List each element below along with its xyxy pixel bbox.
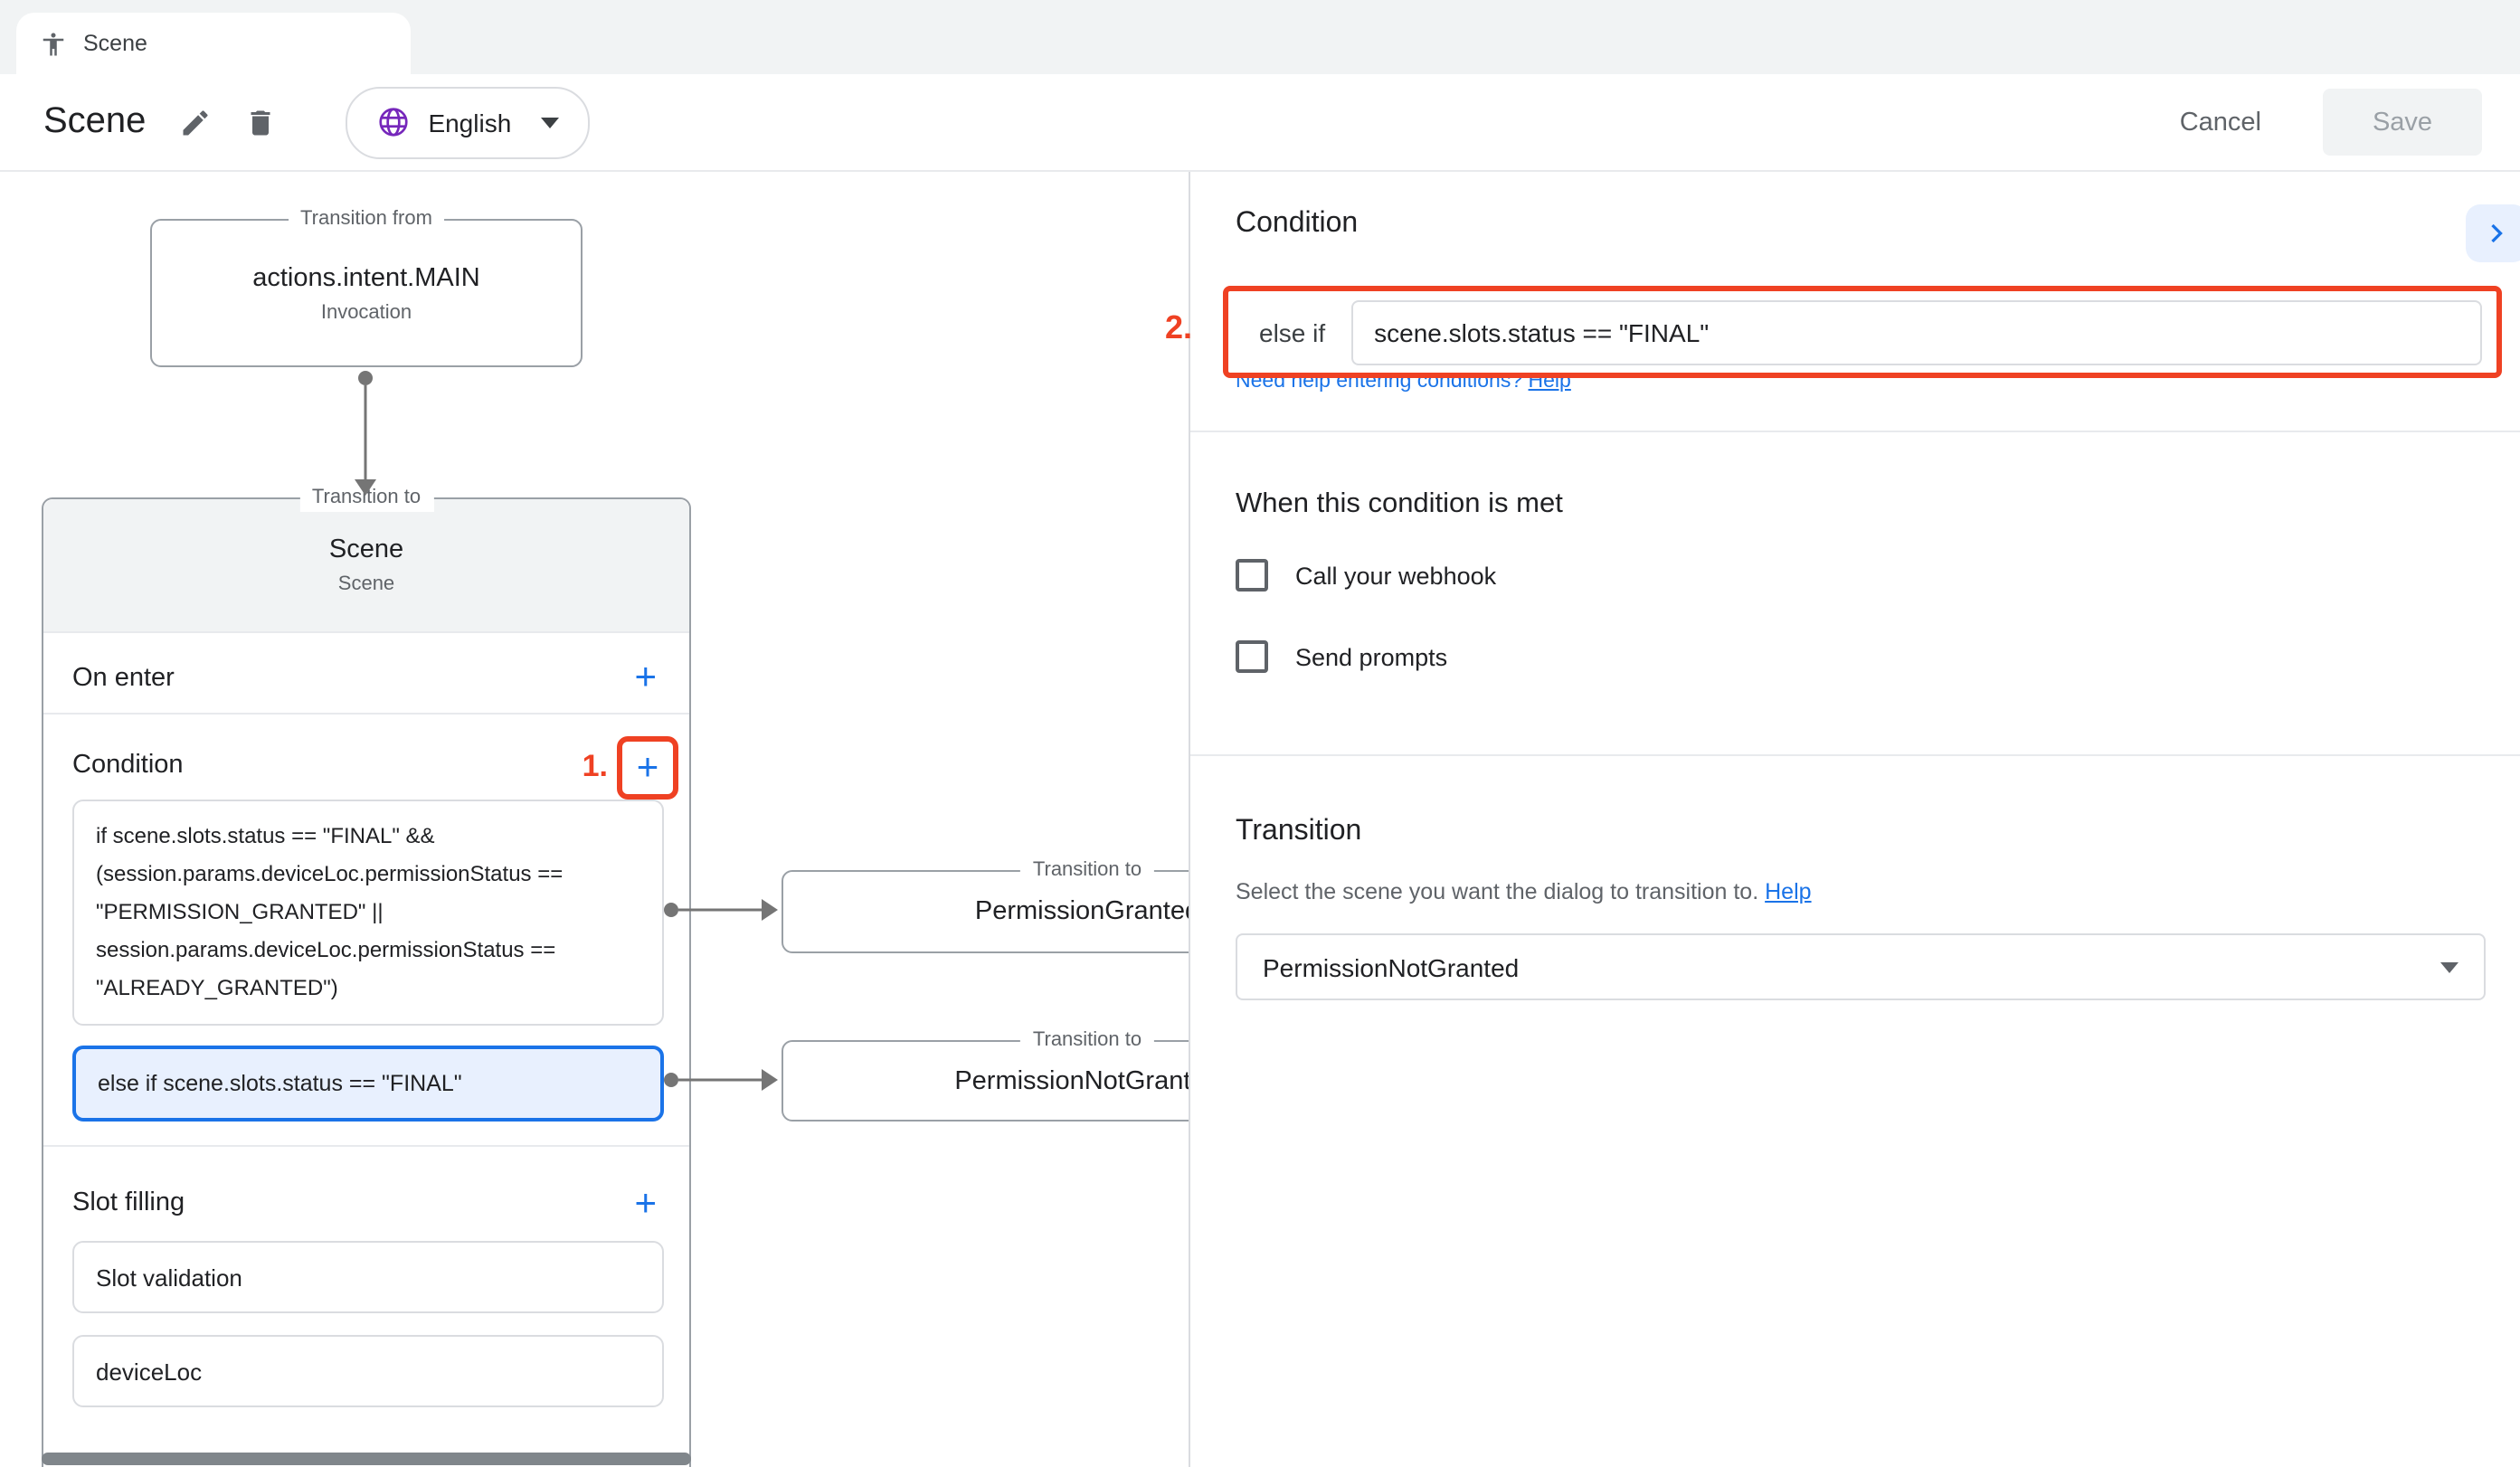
scene-card-header: Scene Scene: [43, 499, 689, 633]
scene-name: Scene: [329, 535, 403, 564]
save-button[interactable]: Save: [2323, 89, 2482, 156]
page-header: Scene English Cancel Save: [0, 74, 2520, 172]
add-condition-button[interactable]: +: [637, 749, 659, 787]
pencil-icon: [178, 106, 211, 138]
when-met-heading: When this condition is met: [1236, 488, 1563, 521]
transition-description-text: Select the scene you want the dialog to …: [1236, 879, 1758, 904]
trash-icon: [243, 106, 276, 138]
delete-scene-button[interactable]: [236, 99, 283, 146]
call-webhook-label: Call your webhook: [1295, 562, 1496, 589]
slot-filling-section: Slot filling +: [43, 1169, 689, 1237]
annotation-highlight-add-condition: +: [617, 736, 678, 800]
scene-diagram-canvas: Transition from actions.intent.MAIN Invo…: [0, 172, 1189, 1467]
person-icon: [40, 30, 67, 57]
edit-scene-button[interactable]: [171, 99, 218, 146]
target-2-legend: Transition to: [1020, 1027, 1154, 1055]
cancel-button[interactable]: Cancel: [2169, 106, 2272, 138]
transition-scene-select[interactable]: PermissionNotGranted: [1236, 933, 2486, 1000]
deviceloc-slot-item[interactable]: deviceLoc: [72, 1335, 664, 1407]
chevron-down-icon: [540, 117, 558, 128]
intent-name: actions.intent.MAIN: [252, 263, 479, 292]
browser-tab-scene[interactable]: Scene: [16, 13, 411, 74]
condition-operator-label: else if: [1259, 317, 1325, 346]
intent-type: Invocation: [321, 301, 412, 323]
slot-validation-item[interactable]: Slot validation: [72, 1241, 664, 1313]
target-2-name: PermissionNotGranted: [954, 1066, 1219, 1095]
selected-scene-value: PermissionNotGranted: [1263, 952, 1519, 981]
app-window: Scene Scene English Cancel Save Transiti…: [0, 0, 2520, 1467]
target-1-legend: Transition to: [1020, 857, 1154, 885]
main-content: Transition from actions.intent.MAIN Invo…: [0, 172, 2520, 1467]
annotation-step-1: 1.: [561, 749, 608, 785]
page-title: Scene: [43, 101, 146, 143]
scene-card[interactable]: Transition to Scene Scene On enter + Con…: [42, 497, 691, 1467]
transition-heading: Transition: [1236, 816, 1361, 848]
collapse-panel-button[interactable]: [2466, 204, 2520, 262]
condition-section-label: Condition: [72, 751, 184, 780]
add-slot-button[interactable]: +: [634, 1184, 657, 1222]
scene-type: Scene: [338, 573, 394, 595]
language-selector[interactable]: English: [345, 86, 589, 158]
browser-tabstrip: Scene: [0, 0, 2520, 74]
on-enter-section: On enter +: [43, 642, 689, 715]
transition-from-box[interactable]: Transition from actions.intent.MAIN Invo…: [150, 219, 583, 367]
horizontal-scrollbar-thumb[interactable]: [42, 1453, 691, 1465]
transition-description: Select the scene you want the dialog to …: [1236, 879, 1812, 904]
scene-card-legend: Transition to: [299, 485, 433, 512]
section-divider: [43, 1145, 689, 1147]
globe-icon: [375, 105, 410, 139]
annotation-step-2: 2.: [1165, 309, 1192, 347]
transition-from-legend: Transition from: [288, 206, 445, 233]
send-prompts-checkbox[interactable]: [1236, 640, 1268, 673]
transition-help-link[interactable]: Help: [1765, 879, 1811, 904]
slot-filling-label: Slot filling: [72, 1188, 185, 1217]
annotation-highlight-condition-input: else if scene.slots.status == "FINAL": [1223, 286, 2502, 378]
condition-item-2-selected[interactable]: else if scene.slots.status == "FINAL": [72, 1046, 664, 1122]
condition-item-1[interactable]: if scene.slots.status == "FINAL" && (ses…: [72, 800, 664, 1026]
language-value: English: [428, 108, 511, 137]
call-webhook-row[interactable]: Call your webhook: [1236, 559, 1496, 592]
panel-divider: [1190, 431, 2520, 432]
send-prompts-row[interactable]: Send prompts: [1236, 640, 1447, 673]
on-enter-label: On enter: [72, 663, 175, 692]
send-prompts-label: Send prompts: [1295, 643, 1447, 670]
panel-divider: [1190, 754, 2520, 756]
dropdown-caret-icon: [2440, 961, 2458, 972]
add-on-enter-button[interactable]: +: [634, 658, 657, 696]
tab-title: Scene: [83, 31, 147, 56]
target-1-name: PermissionGranted: [975, 897, 1199, 926]
call-webhook-checkbox[interactable]: [1236, 559, 1268, 592]
condition-expression-input[interactable]: scene.slots.status == "FINAL": [1350, 299, 2482, 364]
condition-editor-panel: Condition 2. else if scene.slots.status …: [1189, 172, 2520, 1467]
condition-heading: Condition: [1236, 208, 1358, 241]
chevron-right-icon: [2480, 217, 2513, 250]
